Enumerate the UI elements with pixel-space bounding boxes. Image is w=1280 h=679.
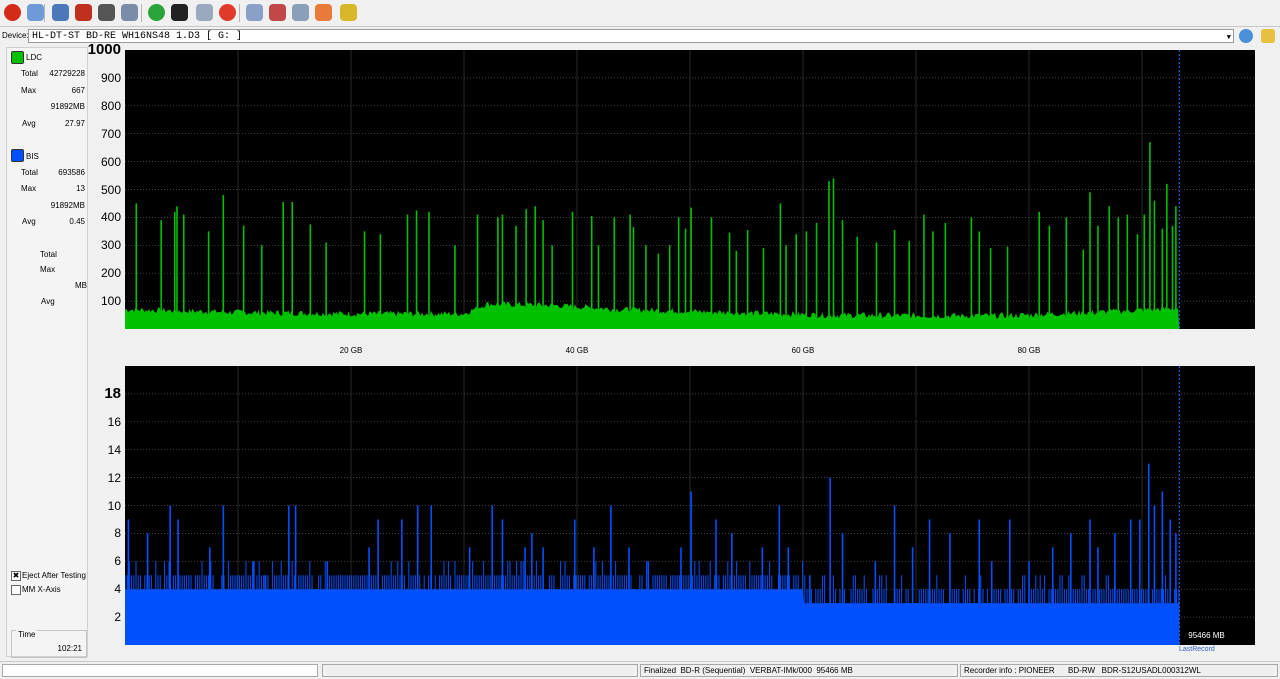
y-tick-label: 6 (114, 554, 121, 569)
disc-drive-icon[interactable] (98, 4, 115, 21)
toolbar-separator (44, 4, 45, 22)
monitor-icon[interactable] (52, 4, 69, 21)
y-tick-label: 600 (100, 154, 121, 169)
third-total-label: Total (40, 250, 57, 259)
mm-x-axis-label: MM X-Axis (22, 585, 61, 594)
y-tick-label: 400 (100, 210, 121, 225)
y-tick-label: 500 (100, 182, 121, 197)
stats-panel: LDC Total 42729228 Max 667 91892MB Avg 2… (6, 47, 88, 658)
chevron-down-icon[interactable]: ▼ (1227, 31, 1231, 45)
eject-after-testing-checkbox[interactable]: ✖ (11, 571, 21, 581)
eject-after-testing-label: Eject After Testing (22, 571, 86, 580)
bis-mb-value: 91892MB (50, 201, 85, 210)
bis-max-value: 13 (76, 184, 85, 193)
ldc-legend-swatch (11, 51, 24, 64)
bis-legend-label: BIS (26, 152, 39, 161)
chart-icon[interactable] (340, 4, 357, 21)
y-tick-label: 700 (100, 126, 121, 141)
y-tick-label: 2 (114, 610, 121, 625)
y-tick-label: 12 (107, 470, 121, 485)
progress-field (2, 664, 318, 677)
refresh-icon[interactable] (148, 4, 165, 21)
disc-info-icon[interactable] (246, 4, 263, 21)
third-avg-label: Avg (41, 297, 55, 306)
ldc-total-value: 42729228 (49, 69, 85, 78)
status-message-field (322, 664, 638, 677)
third-mb-label: MB (75, 281, 87, 290)
bis-total-value: 693586 (58, 168, 85, 177)
y-tick-label: 10 (107, 498, 121, 513)
stop-icon[interactable] (219, 4, 236, 21)
power-icon[interactable] (4, 4, 21, 21)
x-tick-label: 80 GB (1017, 346, 1041, 355)
recorder-info-field: Recorder info : PIONEER BD-RW BDR-S12USA… (960, 664, 1278, 677)
ldc-mb-value: 91892MB (50, 102, 85, 111)
toolbar (0, 0, 1280, 27)
y-tick-label: 900 (100, 70, 121, 85)
x-tick-label: 60 GB (791, 346, 815, 355)
device-bar: Device: HL-DT-ST BD-RE WH16NS48 1.D3 [ G… (0, 27, 1280, 46)
record-icon[interactable] (171, 4, 188, 21)
disc-info-field: Finalized BD-R (Sequential) VERBAT-IMk/0… (640, 664, 958, 677)
last-record-label: LastRecord (1179, 646, 1215, 653)
erase-icon[interactable] (75, 4, 92, 21)
ldc-chart (125, 50, 1255, 329)
status-bar: Finalized BD-R (Sequential) VERBAT-IMk/0… (0, 661, 1280, 679)
mm-x-axis-checkbox[interactable] (11, 585, 21, 595)
device-label: Device: (2, 31, 29, 40)
refresh-device-icon[interactable] (1239, 29, 1253, 43)
time-label: Time (16, 630, 38, 639)
end-mb-label: 95466 MB (1188, 631, 1224, 640)
eject-icon[interactable] (269, 4, 286, 21)
device-select[interactable]: HL-DT-ST BD-RE WH16NS48 1.D3 [ G: ] ▼ (28, 29, 1234, 43)
x-tick-label: 40 GB (565, 346, 589, 355)
y-tick-label: 100 (100, 294, 121, 309)
toolbar-separator (239, 4, 240, 22)
ldc-chart-svg (125, 50, 1255, 329)
y-tick-label: 18 (104, 384, 121, 402)
time-box: Time 102:21 (11, 630, 87, 658)
bis-chart-svg: 95466 MB (124, 366, 1255, 645)
time-value: 102:21 (57, 644, 82, 653)
y-tick-label: 4 (114, 582, 121, 597)
save-icon[interactable] (292, 4, 309, 21)
y-tick-label: 800 (100, 98, 121, 113)
third-max-label: Max (40, 265, 56, 274)
y-tick-label: 14 (107, 442, 121, 457)
toolbar-separator (141, 4, 142, 22)
palette-icon[interactable] (315, 4, 332, 21)
ldc-max-value: 667 (71, 86, 85, 95)
x-tick-label: 20 GB (339, 346, 363, 355)
y-tick-label: 300 (100, 238, 121, 253)
bis-legend-swatch (11, 149, 24, 162)
wrench-icon[interactable] (27, 4, 44, 21)
y-tick-label: 200 (100, 266, 121, 281)
bis-avg-value: 0.45 (69, 217, 85, 226)
device-select-value: HL-DT-ST BD-RE WH16NS48 1.D3 [ G: ] (32, 31, 243, 42)
copy-icon[interactable] (121, 4, 138, 21)
data-area (125, 589, 1180, 645)
lock-icon[interactable] (1261, 29, 1275, 43)
ldc-avg-value: 27.97 (64, 119, 85, 128)
ldc-legend-label: LDC (26, 53, 43, 62)
disc-add-icon[interactable] (196, 4, 213, 21)
bis-chart: 95466 MB (124, 366, 1255, 645)
y-tick-label: 1000 (87, 41, 121, 58)
y-tick-label: 8 (114, 526, 121, 541)
y-tick-label: 16 (107, 414, 121, 429)
